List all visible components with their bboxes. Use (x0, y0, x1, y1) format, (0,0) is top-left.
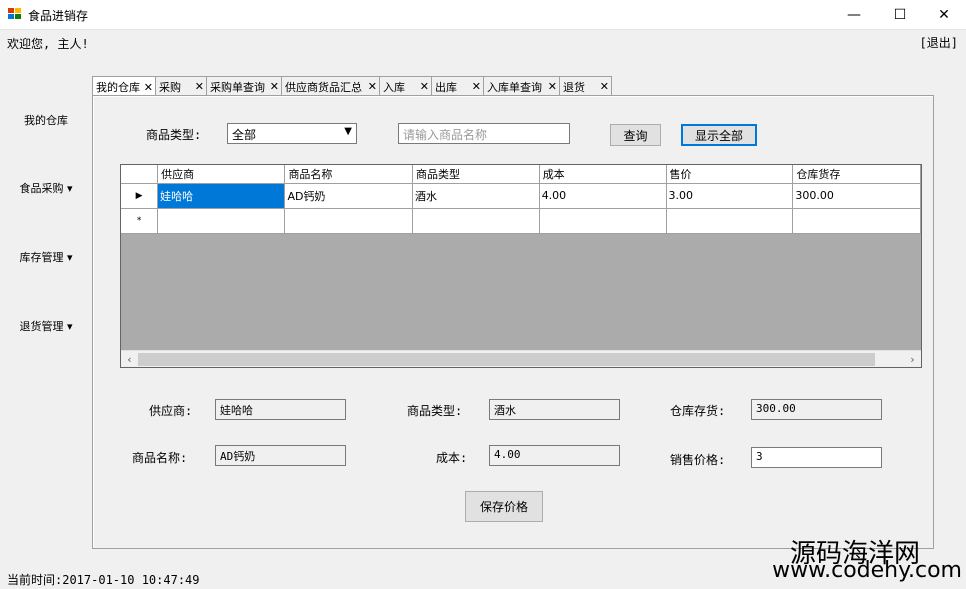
cost-field: 4.00 (489, 445, 620, 466)
window-title: 食品进销存 (28, 9, 89, 23)
sidebar-item-food-purchase[interactable]: 食品采购 ▾ (0, 180, 92, 196)
maximize-button[interactable]: ☐ (877, 0, 923, 30)
table-cell[interactable] (539, 208, 667, 234)
close-icon[interactable]: ✕ (365, 80, 377, 93)
save-price-button[interactable]: 保存价格 (465, 491, 543, 522)
stock-label: 仓库存货: (670, 404, 726, 418)
table-cell[interactable] (666, 208, 794, 234)
tab-label: 入库单查询 (487, 80, 542, 94)
product-table: 供应商 商品名称 商品类型 成本 售价 仓库货存 ▶ 娃哈哈 AD钙奶 酒水 4… (121, 165, 921, 234)
table-cell[interactable]: 酒水 (412, 183, 540, 209)
table-cell[interactable] (412, 208, 540, 234)
column-header[interactable]: 仓库货存 (792, 165, 921, 184)
title-bar: 食品进销存 — ☐ ✕ (0, 0, 966, 30)
tab-returns[interactable]: 退货 ✕ (559, 76, 612, 96)
show-all-button[interactable]: 显示全部 (681, 124, 757, 146)
table-cell[interactable]: 3.00 (666, 183, 794, 209)
type-filter-label: 商品类型: (146, 128, 202, 142)
row-selector-icon[interactable]: ▶ (121, 183, 159, 209)
column-header[interactable]: 供应商 (157, 165, 286, 184)
table-cell[interactable]: 4.00 (539, 183, 667, 209)
product-name-label: 商品名称: (132, 451, 188, 465)
tab-label: 供应商货品汇总 (285, 80, 362, 94)
scroll-right-icon[interactable]: › (904, 351, 921, 367)
table-cell[interactable] (157, 208, 286, 234)
tab-purchase-query[interactable]: 采购单查询 ✕ (206, 76, 282, 96)
cost-label: 成本: (436, 451, 468, 465)
column-header[interactable]: 售价 (666, 165, 794, 184)
close-icon[interactable]: ✕ (545, 80, 557, 93)
logout-link[interactable]: [退出] (920, 34, 958, 51)
app-icon (8, 8, 22, 20)
sale-price-label: 销售价格: (670, 453, 726, 467)
table-cell[interactable] (284, 208, 413, 234)
tab-stock-in-query[interactable]: 入库单查询 ✕ (483, 76, 560, 96)
tab-purchase[interactable]: 采购 ✕ (155, 76, 207, 96)
chevron-down-icon: ▼ (344, 126, 352, 137)
status-time: 当前时间:2017-01-10 10:47:49 (7, 573, 200, 587)
tab-strip: 我的仓库 ✕ 采购 ✕ 采购单查询 ✕ 供应商货品汇总 ✕ 入库 ✕ 出库 ✕ 入库单查询 ✕… (92, 76, 612, 97)
tab-label: 采购单查询 (210, 80, 265, 94)
horizontal-scrollbar[interactable]: ‹ › (121, 350, 921, 367)
tab-label: 出库 (435, 80, 457, 94)
table-row[interactable]: ▶ 娃哈哈 AD钙奶 酒水 4.00 3.00 300.00 (121, 183, 921, 209)
tab-label: 我的仓库 (96, 81, 140, 94)
close-icon[interactable]: ✕ (141, 81, 153, 94)
product-type-field: 酒水 (489, 399, 620, 420)
row-header-corner (121, 165, 159, 184)
tab-supplier-summary[interactable]: 供应商货品汇总 ✕ (281, 76, 380, 96)
tab-stock-in[interactable]: 入库 ✕ (379, 76, 432, 96)
close-icon[interactable]: ✕ (192, 80, 204, 93)
column-header[interactable]: 商品名称 (284, 165, 413, 184)
close-icon[interactable]: ✕ (597, 80, 609, 93)
tab-my-warehouse[interactable]: 我的仓库 ✕ (92, 76, 156, 97)
product-name-search-input[interactable]: 请输入商品名称 (398, 123, 570, 144)
scroll-left-icon[interactable]: ‹ (121, 351, 138, 367)
type-filter-value: 全部 (232, 128, 257, 142)
product-type-label: 商品类型: (407, 404, 463, 418)
column-header[interactable]: 商品类型 (412, 165, 540, 184)
stock-field: 300.00 (751, 399, 882, 420)
type-filter-select[interactable]: 全部 ▼ (227, 123, 357, 144)
supplier-label: 供应商: (149, 404, 193, 418)
watermark-url: www.codehy.com (772, 558, 962, 583)
new-row-icon[interactable]: * (121, 208, 159, 234)
table-cell[interactable]: AD钙奶 (284, 183, 413, 209)
product-grid[interactable]: 供应商 商品名称 商品类型 成本 售价 仓库货存 ▶ 娃哈哈 AD钙奶 酒水 4… (120, 164, 922, 368)
table-new-row[interactable]: * (121, 208, 921, 234)
close-icon[interactable]: ✕ (417, 80, 429, 93)
product-name-field: AD钙奶 (215, 445, 346, 466)
sale-price-input[interactable]: 3 (751, 447, 882, 468)
tab-label: 退货 (563, 80, 585, 94)
table-cell[interactable] (792, 208, 921, 234)
sidebar-item-my-warehouse[interactable]: 我的仓库 (0, 112, 92, 128)
sidebar-item-inventory[interactable]: 库存管理 ▾ (0, 249, 92, 265)
supplier-field: 娃哈哈 (215, 399, 346, 420)
sidebar-item-returns[interactable]: 退货管理 ▾ (0, 318, 92, 334)
welcome-text: 欢迎您, 主人! (7, 37, 89, 51)
tab-label: 入库 (383, 80, 405, 94)
scrollbar-thumb[interactable] (138, 353, 875, 366)
column-header[interactable]: 成本 (539, 165, 667, 184)
tab-label: 采购 (159, 80, 181, 94)
close-icon[interactable]: ✕ (469, 80, 481, 93)
close-icon[interactable]: ✕ (267, 80, 279, 93)
table-cell[interactable]: 300.00 (792, 183, 921, 209)
query-button[interactable]: 查询 (610, 124, 661, 146)
table-header-row: 供应商 商品名称 商品类型 成本 售价 仓库货存 (121, 165, 921, 184)
tab-stock-out[interactable]: 出库 ✕ (431, 76, 484, 96)
minimize-button[interactable]: — (831, 0, 877, 30)
table-cell[interactable]: 娃哈哈 (157, 183, 286, 209)
close-button[interactable]: ✕ (921, 0, 966, 30)
